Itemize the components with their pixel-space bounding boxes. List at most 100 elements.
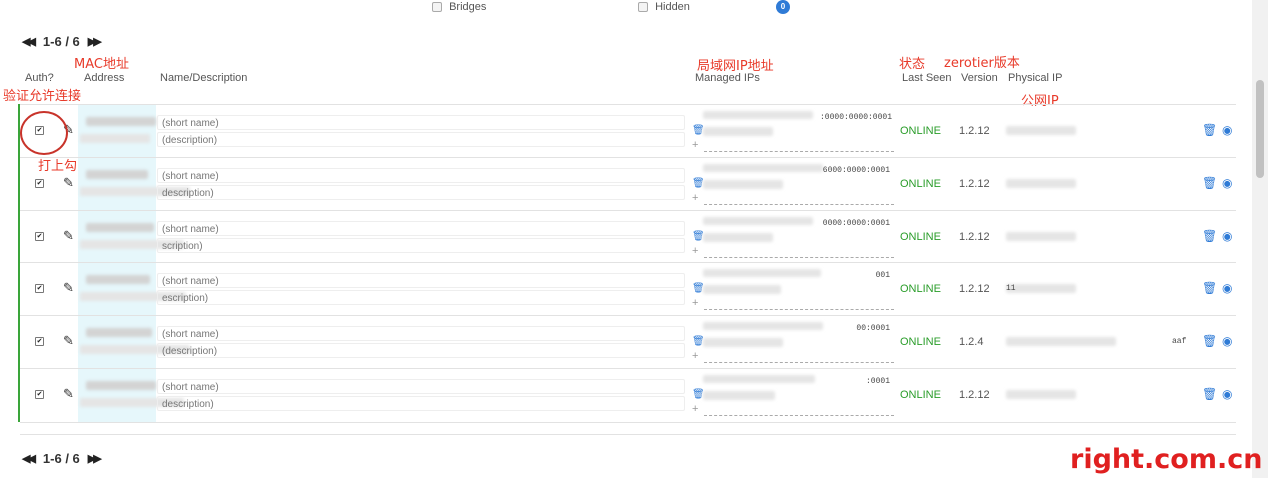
annotation-status: 状态 [899, 57, 926, 72]
prev-page-icon[interactable]: ◀◀ [22, 452, 36, 465]
bridges-checkbox[interactable] [432, 2, 442, 13]
add-ip-icon[interactable]: + [692, 245, 698, 257]
hide-member-icon[interactable]: ◉ [1222, 334, 1232, 348]
prev-page-icon[interactable]: ◀◀ [22, 35, 36, 48]
table-row: ✔ ✎ (short name) (description) 00:0001 🗑… [20, 315, 1236, 368]
description-input[interactable]: scription) [157, 237, 685, 253]
short-name-input[interactable]: (short name) [157, 326, 685, 342]
delete-member-icon[interactable]: 🗑 [1202, 281, 1217, 295]
short-name-input[interactable]: (short name) [157, 379, 685, 394]
address-redacted [86, 381, 156, 390]
next-page-icon[interactable]: ▶▶ [88, 452, 102, 465]
auth-checkbox[interactable]: ✔ [35, 337, 44, 347]
delete-member-icon[interactable]: 🗑 [1202, 334, 1217, 348]
ip-redacted [703, 216, 813, 225]
table-row: ✔ ✎ (short name) (description) :0000:000… [20, 104, 1236, 157]
ip-redacted [703, 375, 815, 383]
watermark: right.com.cn [1070, 444, 1263, 475]
hide-member-icon[interactable]: ◉ [1222, 281, 1232, 295]
status-online: ONLINE [900, 177, 941, 190]
table-row: ✔ ✎ (short name) description) :0001 🗑 + … [20, 368, 1236, 421]
description-input[interactable]: description) [157, 184, 685, 200]
pager-bottom: ◀◀ 1-6 / 6 ▶▶ [22, 451, 102, 466]
physical-ip-value: aaf [1172, 337, 1187, 347]
ip-redacted-line2 [703, 285, 781, 295]
pencil-icon[interactable]: ✎ [63, 228, 74, 244]
description-input[interactable]: description) [157, 396, 685, 411]
hide-member-icon[interactable]: ◉ [1222, 387, 1232, 401]
hide-member-icon[interactable]: ◉ [1222, 123, 1232, 137]
add-ip-input[interactable] [704, 415, 894, 416]
address-redacted [86, 328, 152, 338]
annotation-circle [20, 111, 68, 155]
ip-redacted-line2 [703, 127, 773, 136]
short-name-input[interactable]: (short name) [157, 167, 685, 183]
address-redacted-line2 [80, 134, 150, 143]
hide-member-icon[interactable]: ◉ [1222, 229, 1232, 243]
table-row: ✔ ✎ (short name) scription) 0000:0000:00… [20, 209, 1236, 263]
status-online: ONLINE [900, 230, 941, 243]
ip-redacted-line2 [703, 232, 773, 242]
delete-member-icon[interactable]: 🗑 [1202, 176, 1217, 190]
add-ip-input[interactable] [704, 362, 894, 364]
scrollbar-thumb[interactable] [1256, 80, 1264, 178]
version-value: 1.2.12 [959, 230, 990, 243]
table-row: ✔ ✎ (short name) description) 6000:0000:… [20, 156, 1236, 210]
pencil-icon[interactable]: ✎ [63, 175, 74, 191]
scrollbar-track[interactable] [1252, 0, 1268, 478]
ip-address-tail: 0000:0000:0001 [822, 218, 890, 228]
short-name-input[interactable]: (short name) [157, 220, 685, 236]
ip-redacted [703, 269, 821, 278]
short-name-input[interactable]: (short name) [157, 115, 685, 130]
status-online: ONLINE [900, 283, 941, 296]
pencil-icon[interactable]: ✎ [63, 386, 74, 402]
bridges-filter[interactable]: Bridges [432, 1, 486, 13]
add-ip-icon[interactable]: + [692, 139, 698, 151]
auth-checkbox[interactable]: ✔ [35, 284, 44, 294]
ip-address-tail: 001 [875, 271, 890, 281]
add-ip-icon[interactable]: + [692, 403, 698, 415]
annotation-auth: 验证允许连接 [3, 89, 82, 104]
hidden-filter[interactable]: Hidden [638, 1, 690, 13]
physical-ip-value: 11 [1006, 284, 1016, 294]
add-ip-icon[interactable]: + [692, 350, 698, 362]
ip-redacted [703, 163, 823, 172]
table-row: ✔ ✎ (short name) escription) 001 🗑 + ONL… [20, 262, 1236, 315]
short-name-input[interactable]: (short name) [157, 273, 685, 289]
hidden-label: Hidden [655, 1, 690, 13]
pencil-icon[interactable]: ✎ [63, 280, 74, 296]
pencil-icon[interactable]: ✎ [63, 333, 74, 349]
description-input[interactable]: (description) [157, 132, 685, 147]
add-ip-icon[interactable]: + [692, 297, 698, 309]
add-ip-input[interactable] [704, 309, 894, 311]
physical-ip-redacted [1006, 284, 1076, 294]
annotation-mac: MAC地址 [74, 57, 129, 72]
add-ip-input[interactable] [704, 256, 894, 258]
version-value: 1.2.12 [959, 389, 990, 401]
pager-top: ◀◀ 1-6 / 6 ▶▶ [22, 34, 102, 49]
hidden-checkbox[interactable] [638, 2, 648, 13]
physical-ip-redacted [1006, 390, 1076, 399]
ip-address-tail: 6000:0000:0001 [822, 165, 890, 175]
delete-member-icon[interactable]: 🗑 [1202, 387, 1217, 401]
description-input[interactable]: (description) [157, 343, 685, 359]
header-name: Name/Description [160, 72, 248, 84]
ip-address-tail: :0000:0000:0001 [820, 113, 893, 122]
add-ip-input[interactable] [704, 203, 894, 205]
add-ip-input[interactable] [704, 151, 894, 152]
header-auth: Auth? [25, 72, 54, 84]
auth-checkbox[interactable]: ✔ [35, 390, 44, 399]
auth-checkbox[interactable]: ✔ [35, 231, 44, 241]
version-value: 1.2.4 [959, 336, 984, 349]
address-redacted [86, 117, 156, 126]
delete-member-icon[interactable]: 🗑 [1202, 229, 1217, 243]
description-input[interactable]: escription) [157, 290, 685, 306]
header-address: Address [84, 72, 125, 84]
next-page-icon[interactable]: ▶▶ [88, 35, 102, 48]
add-ip-icon[interactable]: + [692, 192, 698, 204]
delete-member-icon[interactable]: 🗑 [1202, 123, 1217, 137]
hide-member-icon[interactable]: ◉ [1222, 176, 1232, 190]
annotation-zt-version: zerotier版本 [944, 56, 1020, 71]
ip-redacted [703, 322, 823, 331]
auth-checkbox[interactable]: ✔ [35, 178, 44, 188]
